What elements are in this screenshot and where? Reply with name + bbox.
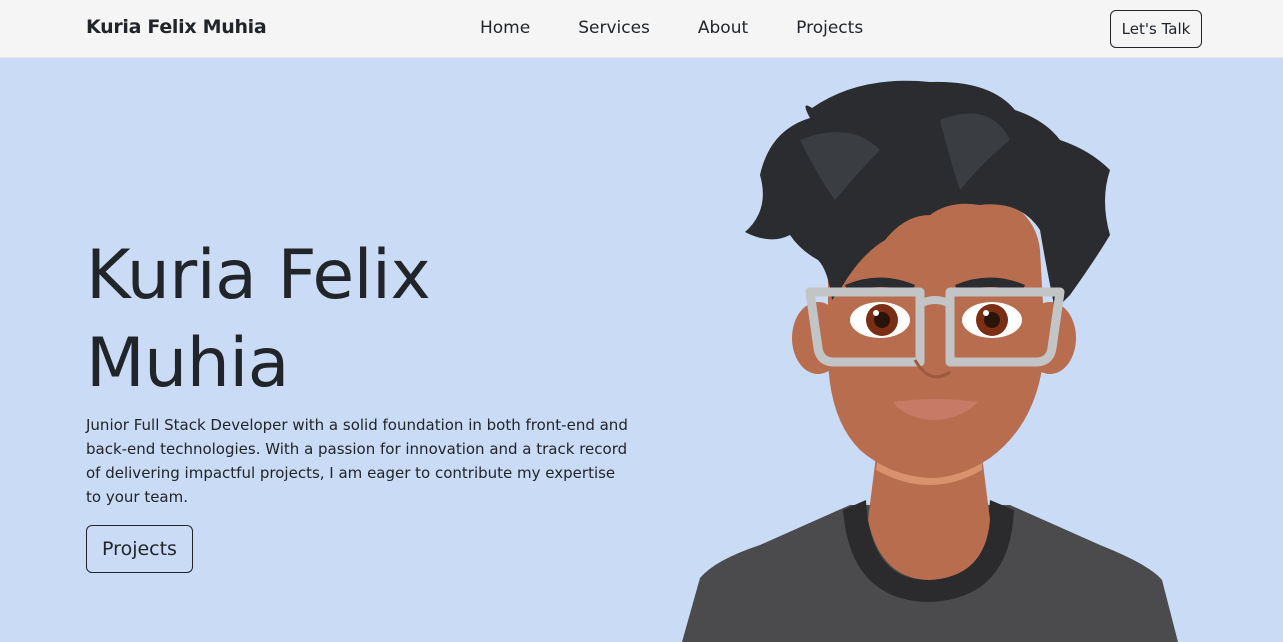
nav-links: Home Services About Projects	[480, 18, 911, 38]
nav-link-home[interactable]: Home	[480, 18, 530, 38]
left-eye-shine	[873, 310, 879, 316]
glasses-bridge	[918, 296, 952, 308]
nav-link-about[interactable]: About	[698, 18, 748, 38]
hero-title: Kuria Felix Muhia	[86, 236, 431, 403]
hero-description: Junior Full Stack Developer with a solid…	[86, 416, 628, 506]
right-eye-shine	[983, 310, 989, 316]
navbar: Kuria Felix Muhia Home Services About Pr…	[0, 0, 1283, 58]
nav-link-projects[interactable]: Projects	[796, 18, 863, 38]
brand-logo[interactable]: Kuria Felix Muhia	[86, 16, 267, 38]
lets-talk-button[interactable]: Let's Talk	[1110, 10, 1202, 48]
developer-avatar-illustration	[682, 80, 1178, 642]
nav-link-services[interactable]: Services	[578, 18, 650, 38]
projects-button[interactable]: Projects	[86, 525, 193, 573]
